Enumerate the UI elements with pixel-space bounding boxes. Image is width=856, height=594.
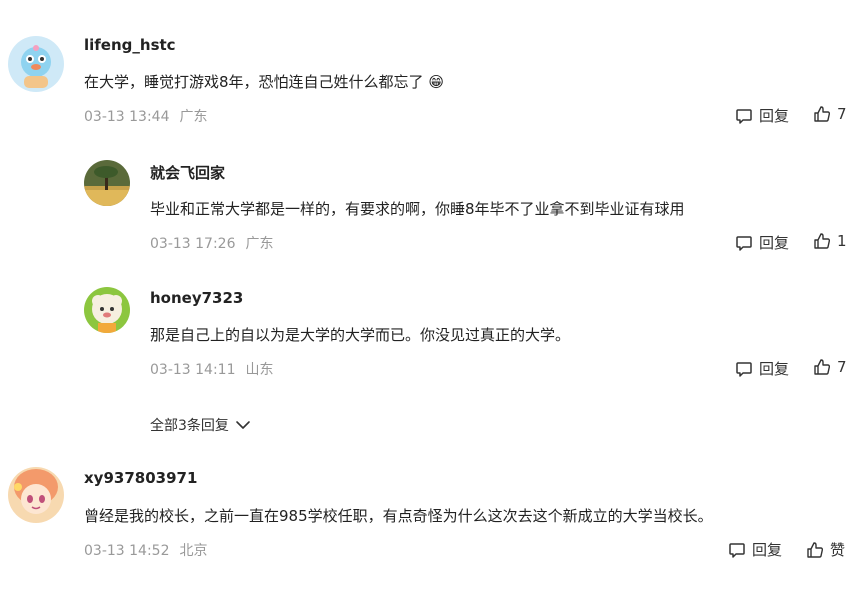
reply-button[interactable]: 回复 (728, 539, 782, 560)
like-button[interactable]: 7 (813, 105, 847, 123)
thumbs-up-icon (814, 359, 831, 375)
comment-meta: 03-13 14:11 山东 (150, 359, 273, 379)
timestamp: 03-13 14:11 (150, 362, 236, 378)
reply-label: 回复 (752, 541, 783, 559)
reply-label: 回复 (759, 360, 790, 378)
timestamp: 03-13 17:26 (150, 236, 236, 252)
comment-text: 毕业和正常大学都是一样的，有要求的啊，你睡8年毕不了业拿不到毕业证有球用 (150, 200, 685, 218)
username[interactable]: honey7323 (150, 289, 243, 307)
comment-meta: 03-13 17:26 广东 (150, 233, 273, 253)
like-button[interactable]: 赞 (806, 539, 845, 560)
location: 广东 (179, 109, 208, 125)
like-count: 赞 (830, 541, 846, 559)
like-count: 7 (837, 105, 847, 123)
like-count: 1 (837, 232, 847, 250)
reply-bubble-icon (736, 108, 752, 124)
comment-text: 曾经是我的校长，之前一直在985学校任职，有点奇怪为什么这次去这个新成立的大学当… (84, 507, 713, 525)
avatar[interactable] (84, 160, 130, 206)
like-button[interactable]: 7 (813, 358, 847, 376)
location: 北京 (179, 543, 208, 559)
thumbs-up-icon (814, 106, 831, 122)
like-button[interactable]: 1 (813, 232, 847, 250)
reply-button[interactable]: 回复 (735, 232, 789, 253)
reply-label: 回复 (759, 234, 790, 252)
location: 广东 (245, 236, 274, 252)
reply-button[interactable]: 回复 (735, 105, 789, 126)
reply-bubble-icon (736, 235, 752, 251)
expand-replies-label: 全部3条回复 (150, 418, 229, 434)
reply-button[interactable]: 回复 (735, 358, 789, 379)
username[interactable]: lifeng_hstc (84, 36, 176, 54)
comment-text: 在大学，睡觉打游戏8年，恐怕连自己姓什么都忘了 😁 (84, 71, 444, 92)
username[interactable]: 就会飞回家 (150, 162, 225, 183)
avatar[interactable] (8, 467, 64, 523)
comment-text: 那是自己上的自以为是大学的大学而已。你没见过真正的大学。 (150, 326, 571, 344)
reply-bubble-icon (736, 361, 752, 377)
timestamp: 03-13 13:44 (84, 109, 170, 125)
grin-emoji-icon: 😁 (428, 73, 444, 91)
chevron-down-icon (236, 421, 250, 429)
username[interactable]: xy937803971 (84, 469, 197, 487)
avatar[interactable] (8, 36, 64, 92)
timestamp: 03-13 14:52 (84, 543, 170, 559)
comment-meta: 03-13 13:44 广东 (84, 106, 207, 126)
reply-label: 回复 (759, 107, 790, 125)
like-count: 7 (837, 358, 847, 376)
thumbs-up-icon (807, 541, 824, 558)
comment-text-body: 在大学，睡觉打游戏8年，恐怕连自己姓什么都忘了 (84, 73, 424, 91)
avatar[interactable] (84, 287, 130, 333)
comment-meta: 03-13 14:52 北京 (84, 540, 207, 560)
thumbs-up-icon (814, 233, 831, 249)
reply-bubble-icon (729, 542, 745, 558)
location: 山东 (245, 362, 274, 378)
expand-replies-button[interactable]: 全部3条回复 (150, 415, 251, 435)
